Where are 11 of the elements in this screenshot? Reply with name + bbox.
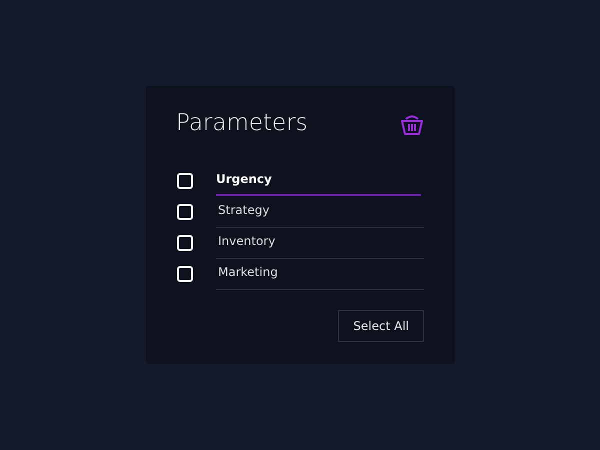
checkbox[interactable]: [177, 172, 193, 188]
list-item[interactable]: Strategy: [216, 196, 424, 228]
select-all-button[interactable]: Select All: [338, 310, 424, 342]
checkbox[interactable]: [177, 234, 193, 250]
list-item[interactable]: Marketing: [216, 258, 424, 290]
panel-title: Parameters: [176, 110, 308, 136]
list-item[interactable]: Inventory: [216, 226, 424, 258]
list-item[interactable]: Urgency: [216, 165, 421, 196]
checkbox[interactable]: [177, 204, 193, 220]
basket-icon[interactable]: [400, 114, 424, 136]
checkbox[interactable]: [177, 266, 193, 282]
